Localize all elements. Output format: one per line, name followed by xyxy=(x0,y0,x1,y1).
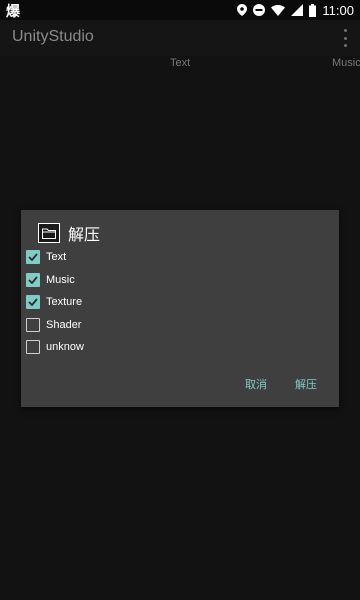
tab-strip: Text Music xyxy=(0,56,360,72)
option-list: Text Music Texture Shader unknow xyxy=(26,246,326,359)
dialog-actions: 取消 解压 xyxy=(245,376,317,392)
signal-icon xyxy=(291,4,304,16)
option-music[interactable]: Music xyxy=(26,269,326,292)
battery-icon xyxy=(309,3,317,17)
option-label: unknow xyxy=(46,341,84,354)
location-icon xyxy=(237,4,248,16)
option-label: Shader xyxy=(46,318,82,331)
extract-button[interactable]: 解压 xyxy=(295,376,317,392)
app-bar: UnityStudio xyxy=(0,20,360,56)
notification-glyph: 爆 xyxy=(6,4,20,20)
checkbox-unchecked-icon[interactable] xyxy=(26,340,40,355)
status-time: 11:00 xyxy=(322,2,354,18)
dialog-title: 解压 xyxy=(68,225,101,244)
folder-icon xyxy=(38,223,60,243)
dialog-header: 解压 xyxy=(38,221,100,245)
more-vert-icon[interactable] xyxy=(340,29,350,47)
tab-text[interactable]: Text xyxy=(170,57,190,69)
option-shader[interactable]: Shader xyxy=(26,314,326,337)
status-icons: 11:00 xyxy=(237,0,354,20)
checkbox-checked-icon[interactable] xyxy=(26,250,40,265)
screen: 爆 11:00 UnityStudio Text Music 解压 Text M… xyxy=(0,0,360,600)
cancel-button[interactable]: 取消 xyxy=(245,376,267,392)
status-bar: 爆 11:00 xyxy=(0,0,360,20)
wifi-icon xyxy=(271,4,286,16)
app-title: UnityStudio xyxy=(12,28,94,45)
option-texture[interactable]: Texture xyxy=(26,291,326,314)
option-unknow[interactable]: unknow xyxy=(26,336,326,359)
tab-music[interactable]: Music xyxy=(332,57,360,69)
checkbox-unchecked-icon[interactable] xyxy=(26,317,40,332)
option-text[interactable]: Text xyxy=(26,246,326,269)
do-not-disturb-icon xyxy=(253,4,266,16)
checkbox-checked-icon[interactable] xyxy=(26,272,40,287)
checkbox-checked-icon[interactable] xyxy=(26,295,40,310)
option-label: Texture xyxy=(46,296,83,309)
option-label: Music xyxy=(46,273,75,286)
extract-dialog: 解压 Text Music Texture Shader unknow 取消 解… xyxy=(21,210,339,407)
option-label: Text xyxy=(46,251,67,264)
